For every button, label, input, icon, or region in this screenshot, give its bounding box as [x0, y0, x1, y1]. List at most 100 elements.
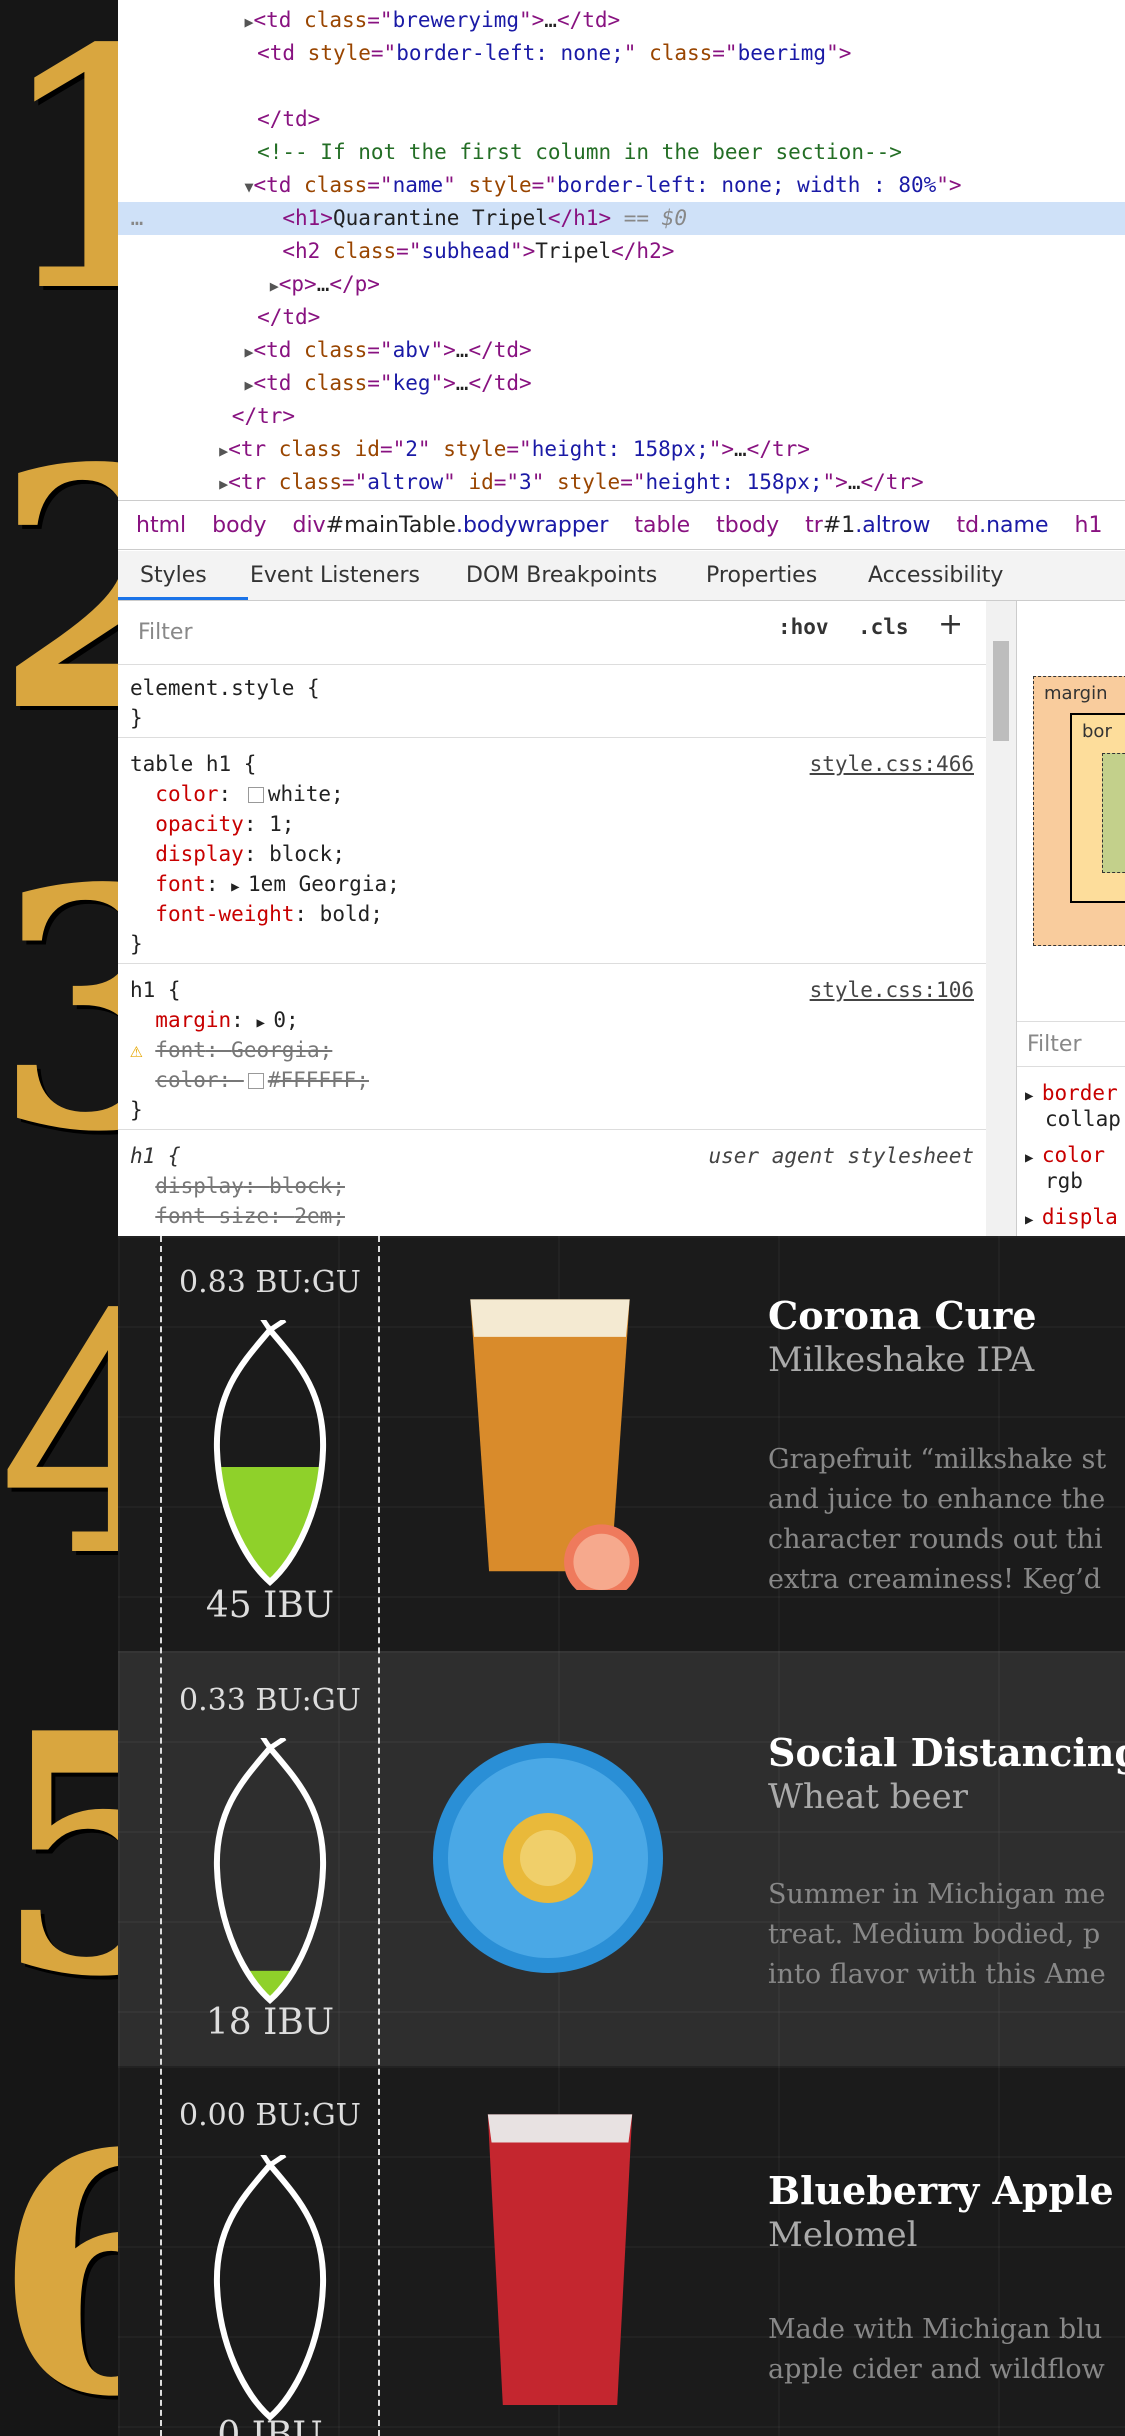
tab-accessibility[interactable]: Accessibility: [868, 551, 1003, 601]
computed-filter-input[interactable]: Filter: [1017, 1021, 1125, 1067]
stylesheet-link[interactable]: style.css:106: [810, 975, 974, 1005]
rank-number-column: 1 2 3 4 5 6: [0, 0, 134, 2436]
breadcrumb-item[interactable]: h1: [1075, 513, 1103, 538]
active-tab-indicator: [118, 597, 248, 600]
expand-triangle-icon[interactable]: ▶: [219, 442, 228, 460]
hop-meter-icon: [213, 1320, 327, 1586]
css-declaration[interactable]: display: block;: [130, 839, 345, 869]
breadcrumb-item[interactable]: table: [634, 513, 690, 538]
color-swatch: [247, 1073, 264, 1089]
breadcrumb: html body div#mainTable.bodywrapper table tb…: [118, 500, 1125, 550]
dom-tree-line[interactable]: ▶<td class="keg">…</td>: [118, 367, 1125, 400]
bottlecap-logo-icon: [433, 1743, 663, 1973]
breadcrumb-item[interactable]: body: [212, 513, 266, 538]
css-declaration[interactable]: display: block;: [130, 1171, 345, 1201]
css-selector[interactable]: table h1 {: [130, 749, 256, 779]
dom-tree-line[interactable]: … <h1>Quarantine Tripel</h1> == $0: [118, 202, 1125, 235]
styles-scrollbar[interactable]: [986, 601, 1016, 1236]
styles-filter-input[interactable]: Filter: [130, 615, 750, 651]
new-style-rule-button[interactable]: +: [938, 607, 963, 642]
beer-name: Blueberry Apple: [768, 2168, 1114, 2213]
css-selector[interactable]: element.style {: [130, 673, 320, 703]
dom-tree-line[interactable]: </tr>: [118, 400, 1125, 433]
css-declaration[interactable]: font-size: 2em;: [130, 1201, 345, 1231]
beer-description: Grapefruit “milkshake st and juice to enh…: [768, 1444, 1107, 1595]
rank-number-3: 3: [0, 816, 134, 1204]
breadcrumb-item[interactable]: tbody: [716, 513, 779, 538]
css-declaration[interactable]: ⚠ font: Georgia;: [130, 1035, 332, 1065]
beer-style: Milkeshake IPA: [768, 1340, 1035, 1380]
dom-tree-line[interactable]: <h2 class="subhead">Tripel</h2>: [118, 235, 1125, 268]
dom-tree-line[interactable]: ▶<td class="abv">…</td>: [118, 334, 1125, 367]
tab-event-listeners[interactable]: Event Listeners: [250, 551, 420, 601]
hop-meter-icon: [213, 1738, 327, 2004]
color-swatch: [247, 787, 264, 803]
beer-description: Made with Michigan blu apple cider and wi…: [768, 2314, 1105, 2385]
warning-icon: ⚠: [130, 1038, 156, 1062]
bugu-ratio: 0.00 BU:GU: [179, 2098, 361, 2133]
border-label: bor: [1082, 721, 1112, 742]
margin-label: margin: [1044, 683, 1108, 704]
beer-name: Social Distancing: [768, 1730, 1125, 1775]
pint-glass-icon: [470, 1299, 640, 1590]
css-declaration[interactable]: color: white;: [130, 779, 343, 809]
beer-name: Corona Cure: [768, 1293, 1037, 1338]
css-declaration[interactable]: margin: ▶ 0;: [130, 1005, 298, 1035]
rank-number-1: 1: [0, 0, 134, 364]
dom-tree-line[interactable]: </td>: [118, 103, 1125, 136]
expand-triangle-icon: ▶: [256, 1015, 274, 1031]
styles-pane: Filter :hov .cls + element.style {} table…: [118, 601, 986, 1236]
dom-tree-line[interactable]: ▼<td class="name" style="border-left: no…: [118, 169, 1125, 202]
user-agent-source: user agent stylesheet: [708, 1144, 974, 1168]
box-model-padding: [1102, 753, 1125, 873]
hop-meter-icon: [213, 2155, 327, 2421]
dom-tree-line[interactable]: ▶<tr class id="2" style="height: 158px;"…: [118, 433, 1125, 466]
dom-tree-line[interactable]: ▶<td class="breweryimg">…</td>: [118, 4, 1125, 37]
stylesheet-link[interactable]: style.css:466: [810, 749, 974, 779]
elements-tree[interactable]: ▶<td class="breweryimg">…</td> <td style…: [118, 0, 1125, 500]
tab-properties[interactable]: Properties: [706, 551, 817, 601]
pint-glass-icon: [487, 2114, 633, 2405]
computed-property[interactable]: ▶ border: [1025, 1081, 1118, 1105]
styles-filter-bar: Filter :hov .cls +: [118, 601, 986, 665]
beer-style: Melomel: [768, 2215, 918, 2255]
breadcrumb-item[interactable]: tr#1.altrow: [805, 513, 930, 538]
expand-triangle-icon[interactable]: ▶: [219, 475, 228, 493]
expand-triangle-icon[interactable]: ▶: [270, 277, 279, 295]
tab-dom-breakpoints[interactable]: DOM Breakpoints: [466, 551, 657, 601]
css-declaration[interactable]: font: ▶ 1em Georgia;: [130, 869, 399, 899]
css-declaration[interactable]: opacity: 1;: [130, 809, 294, 839]
dom-tree-line[interactable]: ▶<p>…</p>: [118, 268, 1125, 301]
dom-tree-line[interactable]: [118, 70, 1125, 103]
rank-number-2: 2: [0, 396, 134, 784]
dom-tree-line[interactable]: </td>: [118, 301, 1125, 334]
ibu-value: 18 IBU: [205, 2002, 335, 2043]
hov-toggle-button[interactable]: :hov: [778, 615, 829, 639]
box-model-border: bor: [1070, 713, 1125, 903]
expand-triangle-icon: ▶: [231, 879, 249, 895]
breadcrumb-item[interactable]: html: [136, 513, 186, 538]
beer-description: Summer in Michigan me treat. Medium bodie…: [768, 1879, 1106, 1990]
dom-tree-line[interactable]: ▶<tr class="altrow" id="3" style="height…: [118, 466, 1125, 499]
ibu-value: 0 IBU: [217, 2415, 323, 2436]
css-declaration[interactable]: font-weight: bold;: [130, 899, 383, 929]
box-model-pane: margin bor Filter ▶ border collap ▶ color r…: [1016, 601, 1125, 1236]
css-selector[interactable]: h1 {: [130, 1141, 181, 1171]
tab-styles[interactable]: Styles: [140, 551, 207, 601]
dom-tree-line[interactable]: <td style="border-left: none;" class="be…: [118, 37, 1125, 70]
bugu-ratio: 0.33 BU:GU: [179, 1683, 361, 1718]
devtools-tabbar: Styles Event Listeners DOM Breakpoints P…: [118, 551, 1125, 601]
computed-property[interactable]: ▶ color: [1025, 1143, 1105, 1167]
scrollbar-thumb[interactable]: [993, 641, 1009, 741]
css-selector[interactable]: h1 {: [130, 975, 181, 1005]
computed-property[interactable]: ▶ displa: [1025, 1205, 1118, 1229]
rank-number-5: 5: [0, 1661, 134, 2049]
ibu-value: 45 IBU: [205, 1585, 335, 1626]
breadcrumb-item[interactable]: div#mainTable.bodywrapper: [293, 513, 609, 538]
box-model-margin: margin bor: [1033, 676, 1125, 946]
css-declaration[interactable]: color: #FFFFFF;: [130, 1065, 369, 1095]
bugu-ratio: 0.83 BU:GU: [179, 1265, 361, 1300]
cls-toggle-button[interactable]: .cls: [858, 615, 909, 639]
dom-tree-line[interactable]: <!-- If not the first column in the beer…: [118, 136, 1125, 169]
breadcrumb-item[interactable]: td.name: [957, 513, 1049, 538]
